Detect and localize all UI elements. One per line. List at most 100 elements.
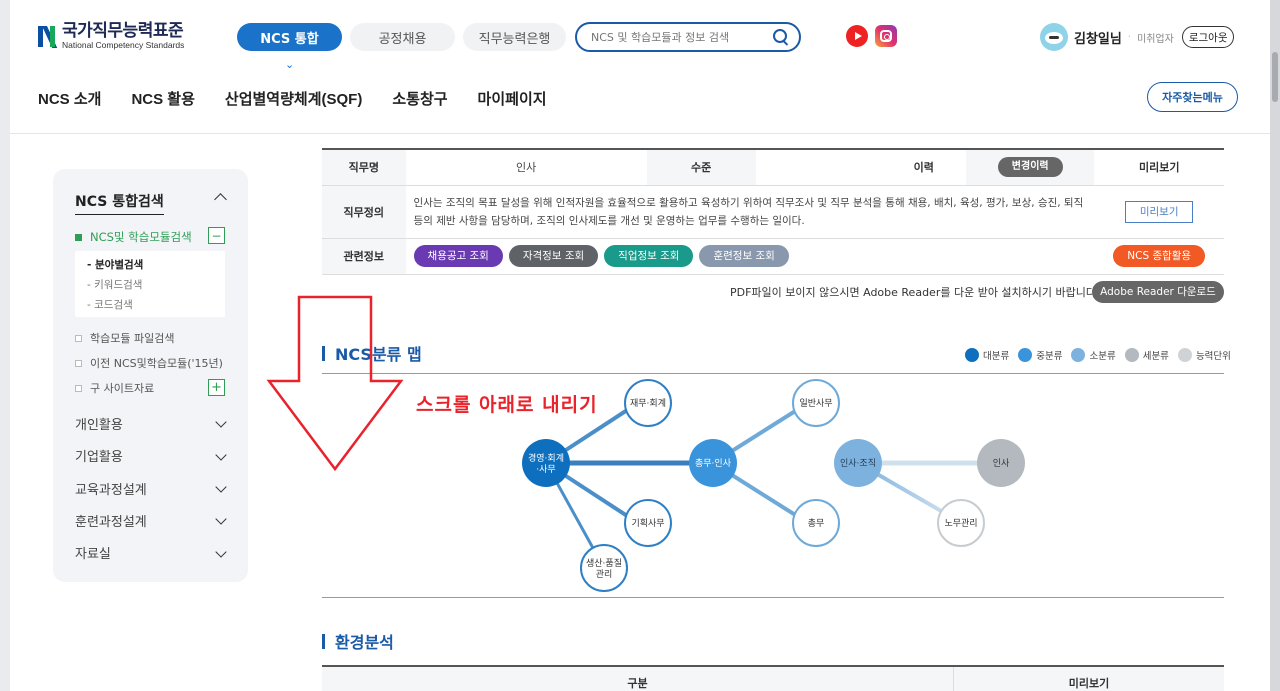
svg-text:인사: 인사 xyxy=(993,458,1010,469)
tab-ncs-integrated[interactable]: NCS 통합 xyxy=(237,23,342,51)
sidebar-item-label: 이전 NCS및학습모듈('15년) xyxy=(90,357,223,370)
history-label: 이력 xyxy=(881,149,967,186)
adobe-download-button[interactable]: Adobe Reader 다운로드 xyxy=(1092,281,1224,303)
map-node-production[interactable]: 생산·품질 관리 xyxy=(580,544,628,592)
sns-links xyxy=(846,25,897,47)
site-header: 국가직무능력표준 National Competency Standards N… xyxy=(10,0,1270,134)
search-icon[interactable] xyxy=(773,29,789,45)
occupation-button[interactable]: 직업정보 조회 xyxy=(604,245,694,267)
nav-mypage[interactable]: 마이페이지 xyxy=(478,88,547,109)
user-name: 김창일님 xyxy=(1074,31,1122,47)
env-table-header: 구분 미리보기 xyxy=(322,665,1224,691)
legend-major: 대분류 xyxy=(965,348,1009,362)
square-bullet-icon xyxy=(75,359,82,367)
svg-text:재무·회계: 재무·회계 xyxy=(630,397,666,409)
related-cell: 채용공고 조회 자격정보 조회 직업정보 조회 훈련정보 조회 xyxy=(405,238,1095,275)
user-area: 김창일님 · 미취업자 로그아웃 xyxy=(1040,23,1235,51)
map-node-finance[interactable]: 재무·회계 xyxy=(624,379,672,427)
level-label: 수준 xyxy=(646,149,756,186)
chevron-down-icon: ⌄ xyxy=(285,58,295,71)
env-title-text: 환경분석 xyxy=(335,633,394,652)
legend-middle: 중분류 xyxy=(1018,348,1062,362)
nav-communication[interactable]: 소통창구 xyxy=(392,88,447,109)
collapse-icon[interactable]: − xyxy=(208,227,225,244)
training-button[interactable]: 훈련정보 조회 xyxy=(699,245,789,267)
submenu-code-search[interactable]: - 코드검색 xyxy=(87,295,213,315)
nav-sqf[interactable]: 산업별역량체계(SQF) xyxy=(225,88,362,109)
separator-dot: · xyxy=(1127,31,1132,43)
main-nav: NCS 소개 NCS 활용 산업별역량체계(SQF) 소통창구 마이페이지 xyxy=(38,88,547,109)
map-bottom-line xyxy=(322,597,1224,598)
logout-button[interactable]: 로그아웃 xyxy=(1181,26,1235,48)
youtube-icon[interactable] xyxy=(846,25,868,47)
scrollbar-thumb[interactable] xyxy=(1272,52,1278,102)
preview-label: 미리보기 xyxy=(1094,149,1224,186)
sidebar-item-file-search[interactable]: 학습모듈 파일검색 xyxy=(75,330,174,346)
scroll-hint-text: 스크롤 아래로 내리기 xyxy=(416,394,598,416)
history-cell: 변경이력 xyxy=(966,149,1095,186)
env-title: 환경분석 xyxy=(322,629,394,653)
ncs-cell: NCS 종합활용 xyxy=(1094,238,1224,275)
level-value xyxy=(755,149,882,186)
square-bullet-icon xyxy=(75,233,82,241)
scroll-down-arrow-icon xyxy=(266,295,404,472)
job-definition: 인사는 조직의 목표 달성을 위해 인적자원을 효율적으로 활용하고 육성하기 … xyxy=(405,185,1095,239)
map-node-general[interactable]: 총무 xyxy=(792,499,840,547)
logo-title: 국가직무능력표준 xyxy=(62,21,184,40)
job-info-table: 직무명 인사 수준 이력 변경이력 미리보기 직무정의 인사는 조직의 목표 달… xyxy=(322,148,1224,275)
definition-label: 직무정의 xyxy=(322,185,406,239)
related-label: 관련정보 xyxy=(322,238,406,275)
env-col-preview: 미리보기 xyxy=(953,667,1224,691)
svg-text:기획사무: 기획사무 xyxy=(631,517,664,529)
related-buttons: 채용공고 조회 자격정보 조회 직업정보 조회 훈련정보 조회 xyxy=(406,245,1095,267)
svg-text:·사무: ·사무 xyxy=(536,464,555,475)
svg-text:총무: 총무 xyxy=(808,518,825,529)
svg-text:생산·품질: 생산·품질 xyxy=(586,557,622,569)
sidebar-submenu: - 분야별검색 - 키워드검색 - 코드검색 xyxy=(75,251,225,317)
pdf-notice: PDF파일이 보이지 않으시면 Adobe Reader를 다운 받아 설치하시… xyxy=(730,286,1100,299)
logo-subtitle: National Competency Standards xyxy=(62,40,185,50)
svg-text:일반사무: 일반사무 xyxy=(799,398,832,409)
sidebar-item-ncs-search[interactable]: NCS및 학습모듈검색 xyxy=(75,229,192,245)
tab-fair-hiring[interactable]: 공정채용 xyxy=(350,23,455,51)
instagram-icon[interactable] xyxy=(875,25,897,47)
chevron-up-icon[interactable] xyxy=(214,193,227,206)
submenu-field-search[interactable]: - 분야별검색 xyxy=(87,255,213,275)
search-input[interactable] xyxy=(591,30,761,44)
ncs-utilization-button[interactable]: NCS 종합활용 xyxy=(1113,245,1206,267)
ncs-logo-icon xyxy=(38,23,58,49)
svg-text:노무관리: 노무관리 xyxy=(944,518,977,529)
page: 국가직무능력표준 National Competency Standards N… xyxy=(10,0,1270,691)
map-node-root[interactable]: 경영·회계 ·사무 xyxy=(522,439,570,487)
nav-ncs-use[interactable]: NCS 활용 xyxy=(131,88,194,109)
faq-menu-button[interactable]: 자주찾는메뉴 xyxy=(1147,82,1238,112)
legend-unit: 능력단위 xyxy=(1177,348,1231,362)
page-scrollbar[interactable] xyxy=(1270,0,1280,691)
map-node-hr[interactable]: 인사 xyxy=(977,439,1025,487)
map-node-hr-org[interactable]: 인사·조직 xyxy=(834,439,882,487)
preview-cell: 미리보기 xyxy=(1094,185,1224,239)
sidebar-item-previous-ncs[interactable]: 이전 NCS및학습모듈('15년) xyxy=(75,355,223,371)
map-node-planning[interactable]: 기획사무 xyxy=(624,499,672,547)
map-legend: 대분류 중분류 소분류 세분류 능력단위 xyxy=(965,348,1231,362)
site-logo[interactable]: 국가직무능력표준 National Competency Standards xyxy=(38,22,184,50)
svg-text:총무·인사: 총무·인사 xyxy=(695,458,732,469)
qualification-button[interactable]: 자격정보 조회 xyxy=(508,245,599,267)
map-node-labor[interactable]: 노무관리 xyxy=(937,499,985,547)
sidebar-title[interactable]: NCS 통합검색 xyxy=(75,191,164,215)
preview-button[interactable]: 미리보기 xyxy=(1125,200,1194,223)
map-node-general-hr[interactable]: 총무·인사 xyxy=(689,439,737,487)
nav-ncs-intro[interactable]: NCS 소개 xyxy=(38,88,101,109)
search-box xyxy=(575,22,801,52)
job-name-value: 인사 xyxy=(405,149,647,186)
submenu-keyword-search[interactable]: - 키워드검색 xyxy=(87,275,213,295)
env-col-category: 구분 xyxy=(627,677,648,690)
sidebar-item-label: NCS및 학습모듈검색 xyxy=(90,230,192,244)
square-bullet-icon xyxy=(75,334,82,342)
tab-competency-bank[interactable]: 직무능력은행 xyxy=(463,23,566,51)
map-node-office[interactable]: 일반사무 xyxy=(792,379,840,427)
svg-text:경영·회계: 경영·회계 xyxy=(528,452,564,464)
change-history-button[interactable]: 변경이력 xyxy=(997,157,1063,178)
job-posting-button[interactable]: 채용공고 조회 xyxy=(413,245,503,267)
sidebar-item-label: 학습모듈 파일검색 xyxy=(90,332,175,345)
